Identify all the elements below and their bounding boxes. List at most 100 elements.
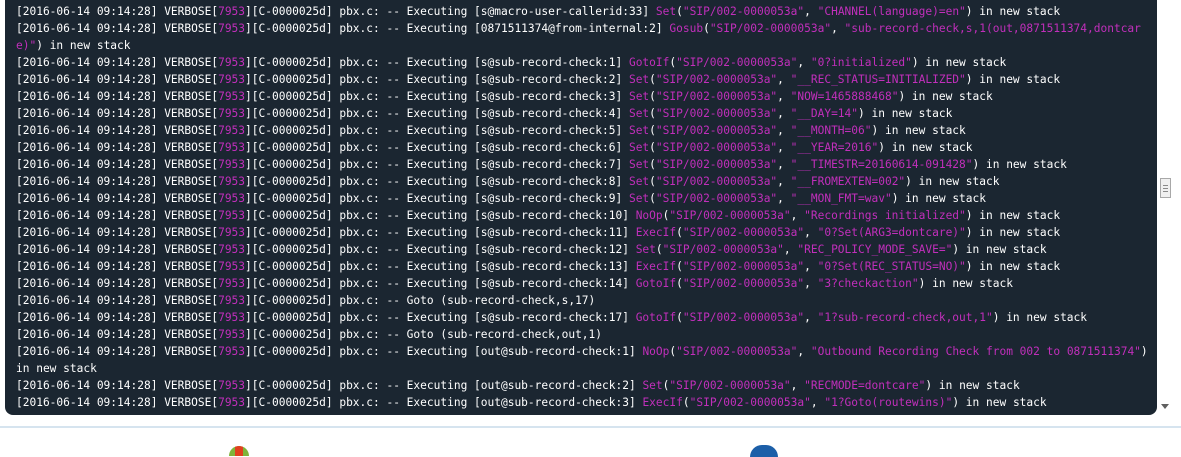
log-argument: "3?checkaction" <box>817 277 919 290</box>
log-level: VERBOSE[ <box>157 22 219 35</box>
log-tail: ) in new stack <box>992 311 1088 324</box>
log-tail: ) in new stack <box>965 260 1061 273</box>
log-message: ][C-0000025d] pbx.c: -- Executing [s@sub… <box>245 226 636 239</box>
console-separator: , <box>804 226 818 239</box>
log-timestamp: [2016-06-14 09:14:28] <box>16 22 158 35</box>
log-argument: "REC_POLICY_MODE_SAVE=" <box>797 243 953 256</box>
log-timestamp: [2016-06-14 09:14:28] <box>16 107 158 120</box>
log-tail: ) in new stack <box>898 90 993 103</box>
log-argument: "__MONTH=06" <box>790 124 872 137</box>
log-application: GotoIf <box>635 277 677 290</box>
bottom-bar <box>0 426 1181 451</box>
log-tail: ) in new stack <box>925 379 1020 392</box>
log-argument: "NOW=1465888468" <box>790 90 899 103</box>
log-thread-id: 7953 <box>218 5 246 18</box>
log-thread-id: 7953 <box>218 56 246 69</box>
log-level: VERBOSE[ <box>157 56 219 69</box>
console-scrollbar[interactable] <box>1157 0 1175 415</box>
log-argument: "Outbound Recording Check from 002 to 08… <box>810 345 1141 358</box>
log-argument: "__FROMEXTEN=002" <box>790 175 906 188</box>
log-message: ][C-0000025d] pbx.c: -- Goto (sub-record… <box>245 328 603 341</box>
log-thread-id: 7953 <box>218 311 246 324</box>
log-paren: ( <box>676 5 683 18</box>
log-level: VERBOSE[ <box>157 277 219 290</box>
log-tail: ) in new stack <box>858 107 953 120</box>
console-separator: , <box>777 158 791 171</box>
log-tail: ) in new stack <box>891 192 986 205</box>
console-separator: , <box>777 192 791 205</box>
log-tail: ) in new stack <box>965 226 1061 239</box>
log-message: ][C-0000025d] pbx.c: -- Executing [08715… <box>245 22 670 35</box>
log-argument: "SIP/002-0000053a" <box>676 345 798 358</box>
log-message: ][C-0000025d] pbx.c: -- Executing [s@sub… <box>245 90 629 103</box>
asterisk-console-output[interactable]: [2016-06-14 09:14:28] VERBOSE[7953][C-00… <box>5 0 1157 415</box>
log-level: VERBOSE[ <box>157 141 219 154</box>
log-timestamp: [2016-06-14 09:14:28] <box>16 5 158 18</box>
log-timestamp: [2016-06-14 09:14:28] <box>16 260 158 273</box>
log-argument: "0?Set(ARG3=dontcare)" <box>817 226 966 239</box>
log-line: [2016-06-14 09:14:28] VERBOSE[7953][C-00… <box>16 377 1151 394</box>
log-tail: ) in new stack <box>952 243 1047 256</box>
log-line: [2016-06-14 09:14:28] VERBOSE[7953][C-00… <box>16 156 1151 173</box>
log-line: [2016-06-14 09:14:28] VERBOSE[7953][C-00… <box>16 71 1151 88</box>
log-paren: ( <box>649 107 656 120</box>
log-application: Set <box>628 175 650 188</box>
log-paren: ( <box>649 90 656 103</box>
log-timestamp: [2016-06-14 09:14:28] <box>16 158 158 171</box>
log-application: NoOp <box>642 345 670 358</box>
log-thread-id: 7953 <box>218 73 246 86</box>
log-thread-id: 7953 <box>218 107 246 120</box>
log-tail: ) in new stack <box>965 73 1061 86</box>
log-timestamp: [2016-06-14 09:14:28] <box>16 226 158 239</box>
console-lines: [2016-06-14 09:14:28] VERBOSE[7953][C-00… <box>16 3 1151 411</box>
log-argument: "SIP/002-0000053a" <box>689 396 811 409</box>
log-thread-id: 7953 <box>218 277 246 290</box>
log-argument: "SIP/002-0000053a" <box>669 209 791 222</box>
scroll-down-arrow-icon[interactable] <box>1161 404 1169 409</box>
log-message: ][C-0000025d] pbx.c: -- Executing [s@sub… <box>245 158 629 171</box>
log-application: Set <box>642 379 663 392</box>
log-thread-id: 7953 <box>218 396 246 409</box>
log-application: Set <box>628 90 650 103</box>
log-line: [2016-06-14 09:14:28] VERBOSE[7953][C-00… <box>16 139 1151 156</box>
log-line: [2016-06-14 09:14:28] VERBOSE[7953][C-00… <box>16 275 1151 292</box>
log-line: [2016-06-14 09:14:28] VERBOSE[7953][C-00… <box>16 394 1151 411</box>
log-line: [2016-06-14 09:14:28] VERBOSE[7953][C-00… <box>16 173 1151 190</box>
log-argument: "0?Set(REC_STATUS=NO)" <box>817 260 966 273</box>
log-line: [2016-06-14 09:14:28] VERBOSE[7953][C-00… <box>16 88 1151 105</box>
log-thread-id: 7953 <box>218 22 246 35</box>
log-timestamp: [2016-06-14 09:14:28] <box>16 396 158 409</box>
log-tail: ) in new stack <box>871 124 966 137</box>
log-argument: "SIP/002-0000053a" <box>662 243 784 256</box>
log-application: GotoIf <box>635 311 677 324</box>
log-argument: "SIP/002-0000053a" <box>655 73 778 86</box>
log-argument: "SIP/002-0000053a" <box>655 158 778 171</box>
log-application: Set <box>628 141 650 154</box>
log-tail: ) in new stack <box>911 56 1007 69</box>
log-paren: ( <box>682 396 690 409</box>
scrollbar-thumb[interactable] <box>1160 178 1171 198</box>
console-separator: , <box>777 124 791 137</box>
log-paren: ( <box>649 175 656 188</box>
log-level: VERBOSE[ <box>157 73 219 86</box>
log-application: Set <box>655 5 677 18</box>
log-level: VERBOSE[ <box>157 243 219 256</box>
console-separator: , <box>777 73 791 86</box>
log-paren: ( <box>655 243 663 256</box>
console-separator: , <box>783 243 798 256</box>
log-paren: ( <box>649 158 656 171</box>
log-level: VERBOSE[ <box>157 396 219 409</box>
console-separator: , <box>777 175 791 188</box>
log-timestamp: [2016-06-14 09:14:28] <box>16 345 158 358</box>
log-argument: "SIP/002-0000053a" <box>682 226 805 239</box>
log-application: NoOp <box>635 209 663 222</box>
log-application: ExecIf <box>642 396 683 409</box>
log-timestamp: [2016-06-14 09:14:28] <box>16 243 158 256</box>
log-level: VERBOSE[ <box>157 311 219 324</box>
log-thread-id: 7953 <box>218 260 246 273</box>
log-message: ][C-0000025d] pbx.c: -- Executing [s@sub… <box>245 260 636 273</box>
log-application: Set <box>628 158 650 171</box>
console-separator: , <box>804 277 818 290</box>
log-paren: ( <box>676 226 683 239</box>
log-argument: "SIP/002-0000053a" <box>655 107 778 120</box>
